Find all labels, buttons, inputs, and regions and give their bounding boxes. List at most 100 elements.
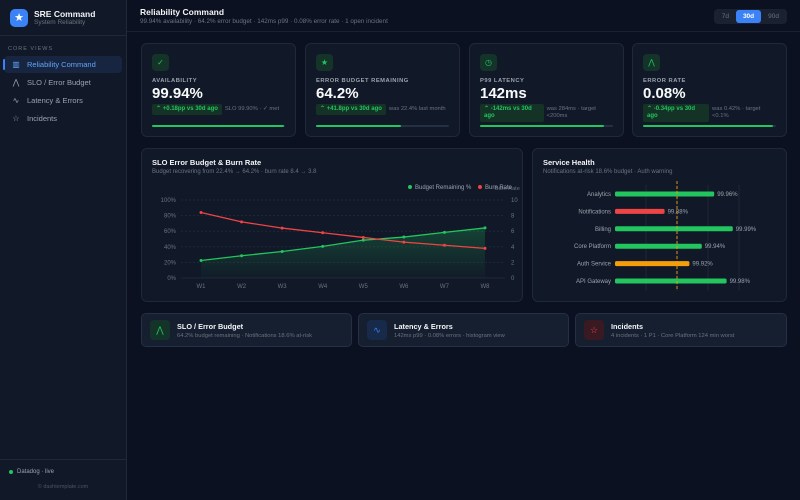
kpi-progress-bar [480, 125, 613, 127]
status-dot [9, 470, 13, 474]
service-bar [615, 261, 690, 267]
quicklink-card[interactable]: ☆ Incidents 4 incidents · 1 P1 · Core Pl… [575, 313, 787, 347]
service-value: 99.88% [668, 209, 689, 215]
legend-marker [478, 185, 482, 189]
data-point [199, 259, 203, 263]
y2-tick-label: 6 [511, 229, 515, 235]
star-icon: ☆ [584, 320, 604, 340]
data-point [442, 243, 446, 247]
service-health-panel: Service Health Notifications at-risk 18.… [532, 148, 787, 302]
star-icon: ☆ [12, 114, 20, 123]
data-point [199, 210, 203, 214]
clock-icon: ◷ [480, 54, 497, 71]
kpi-delta-badge: ⌃ +41.8pp vs 30d ago [316, 104, 386, 115]
y-tick-label: 80% [164, 214, 177, 220]
brand-title: SRE Command [34, 9, 96, 19]
brand: ★ SRE Command System Reliability [0, 0, 126, 36]
kpi-label: ERROR RATE [643, 78, 686, 84]
kpi-progress-fill [480, 125, 604, 127]
kpi-delta-badge: ⌃ +0.18pp vs 30d ago [152, 104, 222, 115]
kpi-note: was 0.42% · target <0.1% [712, 106, 761, 119]
service-bar [615, 278, 727, 284]
legend-label: Budget Remaining % [415, 185, 472, 191]
kpi-label: ERROR BUDGET REMAINING [316, 78, 409, 84]
pulse-icon: ∿ [12, 96, 20, 105]
datasource-status: Datadog · live [17, 469, 55, 475]
data-point [240, 254, 244, 258]
y2-tick-label: 4 [511, 245, 515, 251]
data-point [280, 226, 284, 230]
kpi-card: ★ ERROR BUDGET REMAINING 64.2% ⌃ +41.8pp… [305, 43, 460, 137]
sidebar-item-incidents[interactable]: ☆ Incidents [4, 110, 122, 127]
service-name: Billing [595, 227, 611, 233]
quicklink-subtitle: 4 incidents · 1 P1 · Core Platform 124 m… [611, 332, 735, 339]
kpi-progress-bar [316, 125, 449, 127]
quicklink-title: SLO / Error Budget [177, 321, 244, 331]
y2-tick-label: 2 [511, 260, 515, 266]
kpi-delta-badge: ⌃ -0.34pp vs 30d ago [643, 104, 710, 122]
kpi-note: was 22.4% last month [388, 106, 446, 112]
service-value: 99.92% [692, 262, 713, 268]
trend-icon: ⋀ [643, 54, 660, 71]
x-tick-label: W6 [399, 284, 409, 290]
service-bar [615, 243, 702, 249]
x-tick-label: W1 [197, 284, 207, 290]
service-bar [615, 208, 665, 214]
sidebar-item-reliability-command[interactable]: ▥ Reliability Command [3, 56, 122, 73]
kpi-card: ◷ P99 LATENCY 142ms ⌃ -142ms vs 30d ago … [469, 43, 624, 137]
quicklink-card[interactable]: ∿ Latency & Errors 142ms p99 · 0.08% err… [358, 313, 569, 347]
pulse-icon: ∿ [367, 320, 387, 340]
service-value: 99.98% [730, 279, 751, 285]
kpi-progress-fill [643, 125, 774, 127]
kpi-value: 142ms [480, 85, 527, 102]
kpi-value: 99.94% [152, 85, 203, 102]
range-90d[interactable]: 90d [761, 10, 786, 23]
data-point [402, 240, 406, 244]
data-point [321, 244, 325, 248]
data-point [442, 230, 446, 234]
range-7d[interactable]: 7d [715, 10, 736, 23]
service-bar [615, 191, 715, 197]
y-tick-label: 20% [164, 260, 177, 266]
service-value: 99.94% [705, 244, 726, 250]
quicklink-card[interactable]: ⋀ SLO / Error Budget 64.2% budget remain… [141, 313, 352, 347]
x-tick-label: W8 [481, 284, 491, 290]
range-30d[interactable]: 30d [735, 10, 762, 23]
copyright: © dashtemplate.com [37, 484, 89, 490]
x-tick-label: W5 [359, 284, 369, 290]
kpi-delta: -0.34pp vs 30d ago [647, 106, 696, 119]
kpi-progress-bar [643, 125, 776, 127]
x-tick-label: W4 [318, 284, 328, 290]
service-value: 99.96% [717, 192, 738, 198]
data-point [280, 249, 284, 253]
kpi-label: AVAILABILITY [152, 78, 198, 84]
sidebar-item-label: Reliability Command [27, 60, 96, 69]
star-icon: ★ [316, 54, 333, 71]
kpi-label: P99 LATENCY [480, 78, 525, 84]
kpi-note: SLO 99.90% · ✓ met [224, 106, 280, 112]
y-tick-label: 100% [161, 198, 177, 204]
time-range-selector: 7d 30d 90d [713, 9, 787, 24]
y2-tick-label: 8 [511, 214, 515, 220]
kpi-card: ⋀ ERROR RATE 0.08% ⌃ -0.34pp vs 30d ago … [632, 43, 787, 137]
sidebar-item-latency-errors[interactable]: ∿ Latency & Errors [4, 92, 122, 109]
x-tick-label: W3 [278, 284, 288, 290]
service-name: Core Platform [574, 244, 611, 250]
x-tick-label: W2 [237, 284, 247, 290]
trend-icon: ⋀ [150, 320, 170, 340]
data-point [483, 246, 487, 250]
service-health-chart: Analytics 99.96% Notifications 99.88% Billin… [574, 181, 757, 291]
y2-tick-label: 0 [511, 276, 515, 282]
sidebar-footer: Datadog · live © dashtemplate.com [0, 459, 126, 500]
kpi-progress-fill [316, 125, 402, 127]
service-name: Notifications [578, 209, 611, 215]
page-subtitle: 99.94% availability · 64.2% error budget… [140, 18, 388, 25]
kpi-value: 64.2% [316, 85, 359, 102]
y-tick-label: 60% [164, 229, 177, 235]
sidebar-item-slo-error-budget[interactable]: ⋀ SLO / Error Budget [4, 74, 122, 91]
star-icon: ★ [10, 8, 28, 27]
bar-chart-icon: ▥ [12, 60, 20, 69]
kpi-progress-fill [152, 125, 284, 127]
sidebar-item-label: SLO / Error Budget [27, 78, 91, 87]
data-point [402, 235, 406, 239]
